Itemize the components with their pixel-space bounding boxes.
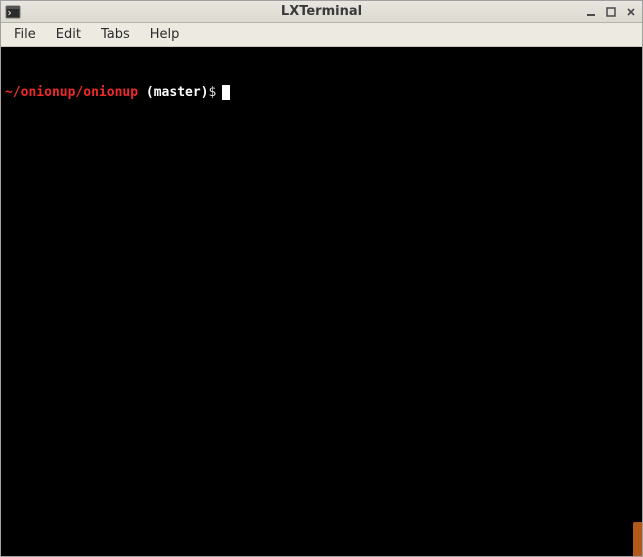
window-title: LXTerminal bbox=[1, 4, 642, 19]
close-button[interactable] bbox=[624, 5, 638, 19]
prompt-line: ~/onionup/onionup (master)$ bbox=[5, 84, 638, 101]
window-controls bbox=[584, 5, 638, 19]
accent-stripe bbox=[633, 522, 642, 556]
prompt-git-branch: (master) bbox=[146, 84, 209, 101]
menu-edit[interactable]: Edit bbox=[47, 24, 90, 45]
menu-tabs[interactable]: Tabs bbox=[92, 24, 139, 45]
prompt-symbol: $ bbox=[209, 84, 217, 101]
menu-file[interactable]: File bbox=[5, 24, 45, 45]
terminal-viewport[interactable]: ~/onionup/onionup (master)$ bbox=[1, 47, 642, 556]
terminal-window: LXTerminal File Edit Tabs Help ~/onionup… bbox=[0, 0, 643, 557]
titlebar[interactable]: LXTerminal bbox=[1, 1, 642, 23]
cursor-icon bbox=[222, 85, 230, 100]
terminal-app-icon bbox=[5, 4, 21, 20]
prompt-path: ~/onionup/onionup bbox=[5, 84, 146, 101]
menubar: File Edit Tabs Help bbox=[1, 23, 642, 47]
menu-help[interactable]: Help bbox=[141, 24, 189, 45]
maximize-button[interactable] bbox=[604, 5, 618, 19]
minimize-button[interactable] bbox=[584, 5, 598, 19]
